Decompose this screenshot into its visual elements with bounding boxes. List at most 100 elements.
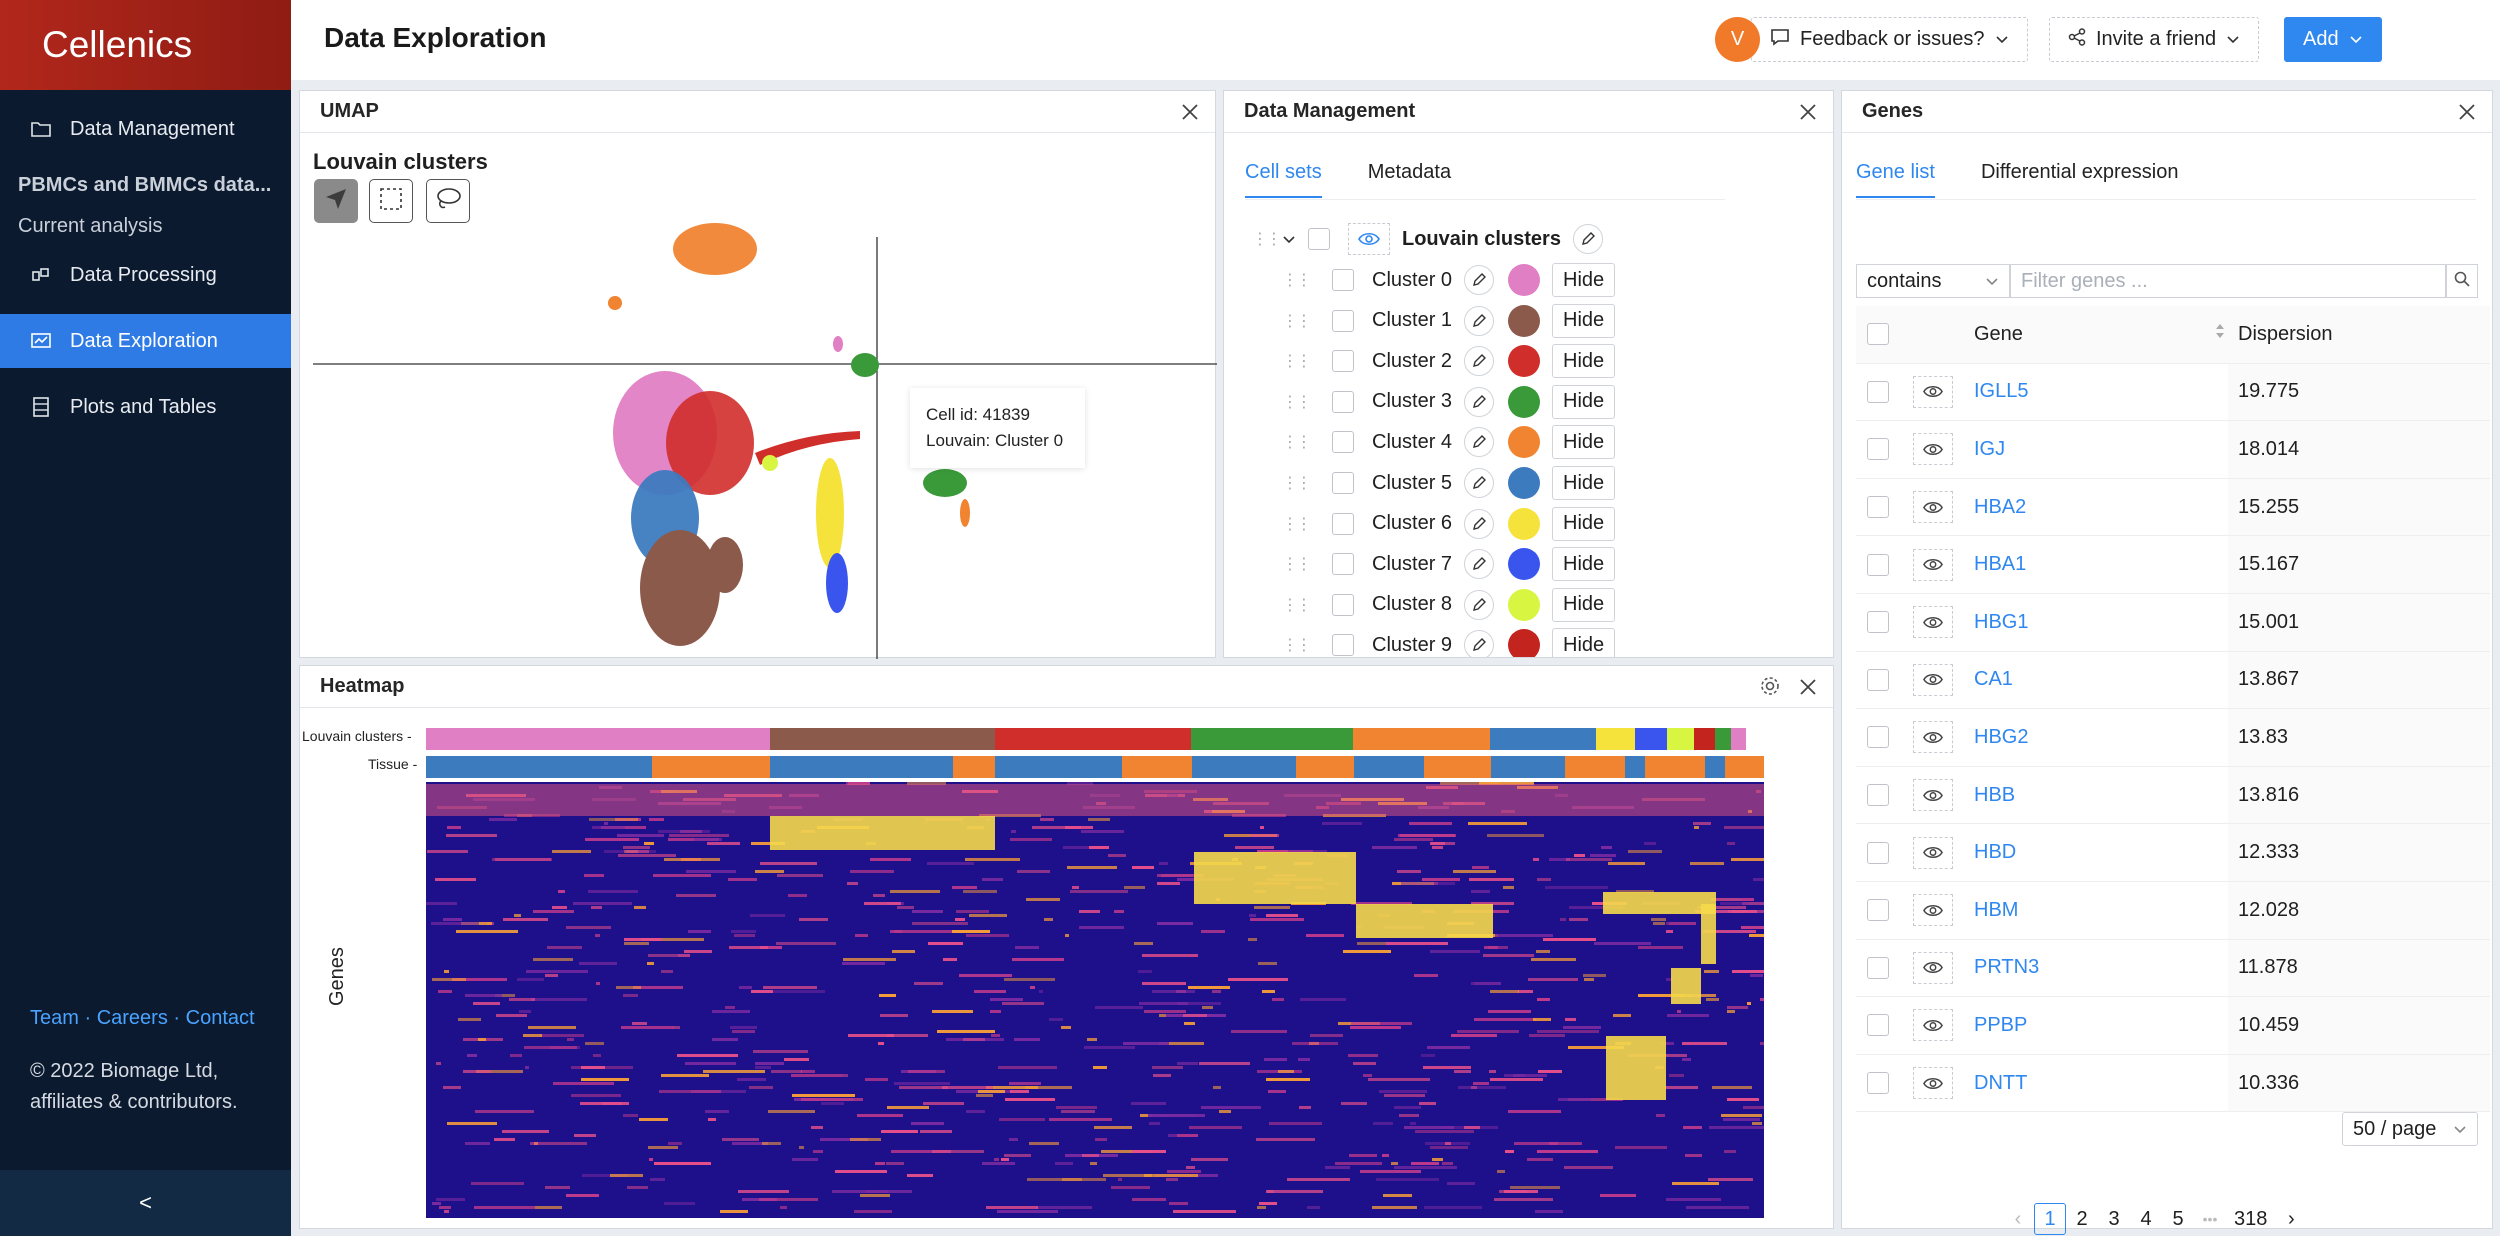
page-size-select[interactable]: 50 / page [2342,1112,2478,1146]
gear-icon[interactable] [1759,675,1781,703]
drag-handle-icon[interactable]: ⋮⋮ [1282,514,1312,534]
cluster-color-swatch[interactable] [1508,385,1540,418]
edit-icon[interactable] [1464,427,1494,458]
tab-differential-expression[interactable]: Differential expression [1981,161,2179,198]
cluster-color-swatch[interactable] [1508,588,1540,621]
hide-cluster-button[interactable]: Hide [1552,303,1616,338]
hide-cluster-button[interactable]: Hide [1552,466,1616,500]
eye-icon[interactable] [1913,606,1953,639]
cluster-checkbox[interactable] [1332,431,1354,454]
cluster-checkbox[interactable] [1332,269,1354,291]
drag-handle-icon[interactable]: ⋮⋮ [1282,311,1312,331]
row-checkbox[interactable] [1856,553,1900,576]
drag-handle-icon[interactable]: ⋮⋮ [1282,432,1312,452]
search-button[interactable] [2446,264,2478,298]
edit-icon[interactable] [1464,589,1494,620]
eye-icon[interactable] [1913,836,1953,869]
tab-gene-list[interactable]: Gene list [1856,161,1935,198]
drag-handle-icon[interactable]: ⋮⋮ [1282,392,1312,412]
drag-handle-icon[interactable]: ⋮⋮ [1282,635,1312,655]
chevron-down-icon[interactable] [1282,228,1302,251]
gene-link[interactable]: IGLL5 [1966,380,2228,403]
drag-handle-icon[interactable]: ⋮⋮ [1252,229,1282,249]
filter-mode-select[interactable]: contains [1856,264,2010,298]
feedback-button[interactable]: Feedback or issues? [1751,17,2028,62]
cluster-checkbox[interactable] [1332,350,1354,373]
sidebar-item-data-management[interactable]: Data Management [0,102,291,156]
cluster-color-swatch[interactable] [1508,426,1540,459]
row-checkbox[interactable] [1856,380,1900,403]
edit-icon[interactable] [1464,508,1494,539]
cluster-color-swatch[interactable] [1508,548,1540,581]
eye-icon[interactable] [1348,223,1390,255]
cluster-checkbox[interactable] [1332,634,1354,657]
cluster-color-swatch[interactable] [1508,507,1540,540]
cluster-color-swatch[interactable] [1508,467,1540,499]
tab-metadata[interactable]: Metadata [1368,161,1451,198]
eye-icon[interactable] [1913,663,1953,696]
eye-icon[interactable] [1913,1067,1953,1100]
page-3[interactable]: 3 [2098,1203,2130,1235]
cluster-checkbox[interactable] [1332,512,1354,535]
invite-friend-button[interactable]: Invite a friend [2049,17,2260,62]
drag-handle-icon[interactable]: ⋮⋮ [1282,351,1312,371]
row-checkbox[interactable] [1856,438,1900,461]
select-all-checkbox[interactable] [1856,323,1900,346]
drag-handle-icon[interactable]: ⋮⋮ [1282,473,1312,493]
row-checkbox[interactable] [1856,899,1900,922]
gene-link[interactable]: PPBP [1966,1014,2228,1037]
hide-cluster-button[interactable]: Hide [1552,628,1616,657]
row-checkbox[interactable] [1856,956,1900,979]
eye-icon[interactable] [1913,721,1953,754]
gene-link[interactable]: HBA1 [1966,553,2228,576]
edit-icon[interactable] [1464,346,1494,377]
edit-icon[interactable] [1464,468,1494,498]
filter-genes-input[interactable]: Filter genes ... [2010,264,2446,298]
hide-cluster-button[interactable]: Hide [1552,263,1616,297]
gene-link[interactable]: DNTT [1966,1072,2228,1095]
gene-column-header[interactable]: Gene [1966,323,2228,346]
eye-icon[interactable] [1913,375,1953,408]
drag-handle-icon[interactable]: ⋮⋮ [1282,595,1312,615]
hide-cluster-button[interactable]: Hide [1552,587,1616,622]
row-checkbox[interactable] [1856,668,1900,691]
cluster-color-swatch[interactable] [1508,629,1540,657]
row-checkbox[interactable] [1856,1014,1900,1037]
page-4[interactable]: 4 [2130,1203,2162,1235]
drag-handle-icon[interactable]: ⋮⋮ [1282,554,1312,574]
cluster-checkbox[interactable] [1332,593,1354,616]
app-logo[interactable]: Cellenics [0,0,291,90]
group-checkbox[interactable] [1308,228,1330,250]
hide-cluster-button[interactable]: Hide [1552,547,1616,582]
sidebar-item-data-exploration[interactable]: Data Exploration [0,314,291,368]
cluster-color-swatch[interactable] [1508,304,1540,337]
close-icon[interactable] [1177,99,1203,125]
gene-link[interactable]: HBG2 [1966,726,2228,749]
row-checkbox[interactable] [1856,841,1900,864]
eye-icon[interactable] [1913,894,1953,927]
tab-cell-sets[interactable]: Cell sets [1245,161,1322,198]
row-checkbox[interactable] [1856,784,1900,807]
eye-icon[interactable] [1913,779,1953,812]
hide-cluster-button[interactable]: Hide [1552,506,1616,541]
cluster-checkbox[interactable] [1332,553,1354,576]
pagination-ellipsis[interactable]: ••• [2194,1203,2226,1235]
sort-icon[interactable] [2214,322,2226,346]
row-checkbox[interactable] [1856,496,1900,519]
edit-icon[interactable] [1464,305,1494,336]
page-5[interactable]: 5 [2162,1203,2194,1235]
row-checkbox[interactable] [1856,726,1900,749]
heatmap-plot[interactable] [426,724,1764,1220]
cluster-color-swatch[interactable] [1508,264,1540,296]
dispersion-column-header[interactable]: Dispersion [2228,306,2490,363]
close-icon[interactable] [1795,674,1821,700]
careers-link[interactable]: Careers [97,1007,168,1029]
gene-link[interactable]: HBG1 [1966,611,2228,634]
hide-cluster-button[interactable]: Hide [1552,384,1616,419]
edit-icon[interactable] [1464,265,1494,295]
edit-icon[interactable] [1464,386,1494,417]
next-page-icon[interactable]: › [2275,1203,2307,1235]
eye-icon[interactable] [1913,548,1953,581]
close-icon[interactable] [2454,99,2480,125]
hide-cluster-button[interactable]: Hide [1552,344,1616,379]
